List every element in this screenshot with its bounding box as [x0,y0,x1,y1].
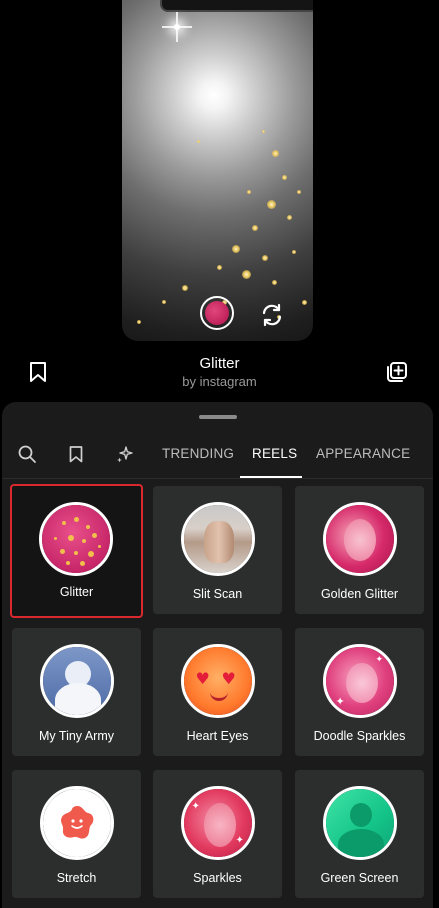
effect-label: Golden Glitter [320,587,399,601]
sheet-drag-handle[interactable] [199,415,237,419]
effect-label: Green Screen [320,871,399,885]
effect-tile-slit-scan[interactable]: Slit Scan [153,486,282,614]
effect-tile-green-screen[interactable]: Green Screen [295,770,424,898]
camera-preview [122,0,313,341]
effect-author[interactable]: by instagram [0,374,439,389]
effect-label: Stretch [56,871,97,885]
effect-tile-my-tiny-army[interactable]: My Tiny Army [12,628,141,756]
tab-appearance[interactable]: APPEARANCE [316,446,410,461]
golden-glitter-effect-icon [322,502,397,576]
green-screen-effect-icon [322,786,397,860]
effect-tile-glitter[interactable]: Glitter [10,484,143,618]
effect-label: Glitter [59,585,94,599]
effect-label: My Tiny Army [38,729,114,743]
glitter-effect-icon [38,502,113,576]
sparkles-effect-icon: ✦ ✦ [180,786,255,860]
bookmark-icon[interactable] [66,444,86,464]
effect-tile-doodle-sparkles[interactable]: ✦ ✦ Doodle Sparkles [295,628,424,756]
effect-tile-heart-eyes[interactable]: ♥ ♥ Heart Eyes [153,628,282,756]
stretch-effect-icon [39,786,114,860]
effect-preview-icon [205,301,229,325]
doodle-sparkles-effect-icon: ✦ ✦ [322,644,397,718]
effect-label: Slit Scan [192,587,243,601]
search-icon[interactable] [17,444,37,464]
my-tiny-army-effect-icon [39,644,114,718]
effect-name: Glitter [199,355,240,372]
add-to-collection-icon[interactable] [385,360,409,384]
preview-frame-edge [160,0,313,12]
effects-sheet: TRENDING REELS APPEARANCE Glitter Slit S… [2,402,433,908]
effect-tile-golden-glitter[interactable]: Golden Glitter [295,486,424,614]
camera-flip-icon[interactable] [258,301,286,329]
effect-label: Heart Eyes [186,729,249,743]
effects-tab-bar: TRENDING REELS APPEARANCE [2,432,433,478]
heart-eyes-effect-icon: ♥ ♥ [180,644,255,718]
light-flare [162,12,192,42]
slit-scan-effect-icon [180,502,255,576]
effect-shutter-button[interactable] [200,296,234,330]
tab-reels[interactable]: REELS [252,446,297,461]
sparkles-icon[interactable] [115,444,135,464]
effect-label: Sparkles [193,871,242,885]
effect-label: Doodle Sparkles [313,729,406,743]
effect-tile-sparkles[interactable]: ✦ ✦ Sparkles [153,770,282,898]
tabs-divider [2,478,433,479]
effect-tile-stretch[interactable]: Stretch [12,770,141,898]
tab-trending[interactable]: TRENDING [162,446,234,461]
